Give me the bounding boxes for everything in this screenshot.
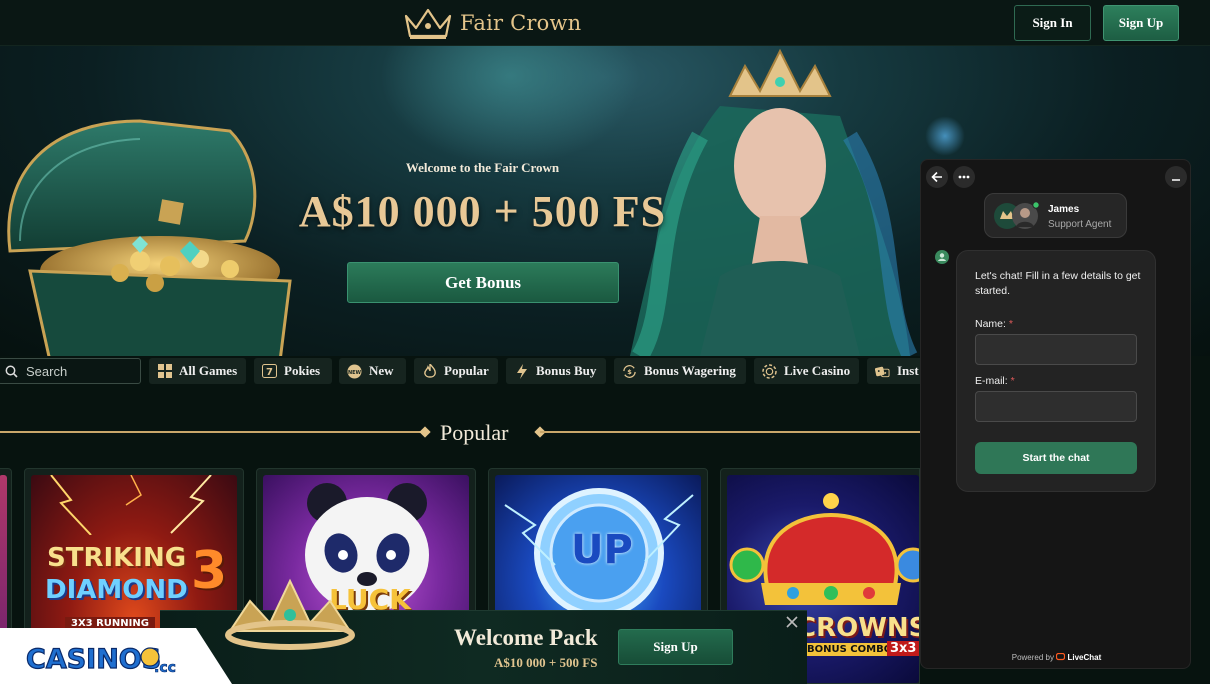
- powered-brand: LiveChat: [1067, 653, 1102, 662]
- badge-suffix: .cc: [154, 660, 176, 676]
- category-label: Pokies: [284, 363, 321, 378]
- minimize-icon: [1172, 179, 1180, 181]
- powered-prefix: Powered by: [1011, 653, 1054, 662]
- category-bonus-buy[interactable]: Bonus Buy: [506, 358, 606, 384]
- category-pokies[interactable]: 7 Pokies: [254, 358, 332, 384]
- livechat-widget: James Support Agent Let's chat! Fill in …: [920, 159, 1191, 669]
- category-bonus-wagering[interactable]: $ Bonus Wagering: [614, 358, 746, 384]
- more-dots-icon: [958, 175, 970, 179]
- game-title-line2: DIAMOND: [45, 575, 188, 605]
- category-popular[interactable]: Popular: [414, 358, 498, 384]
- close-icon[interactable]: [784, 615, 800, 631]
- arrow-left-icon: [931, 171, 942, 183]
- crown-logo-icon: [404, 8, 452, 39]
- category-label: Inst: [897, 363, 919, 378]
- category-label: Bonus Wagering: [644, 363, 736, 378]
- game-badge-secondary: 3x3: [887, 641, 919, 656]
- chat-menu-button[interactable]: [953, 166, 975, 188]
- site-header: Fair Crown Sign In Sign Up: [0, 0, 1210, 46]
- agent-card: James Support Agent: [984, 193, 1127, 238]
- svg-text:$: $: [627, 367, 632, 375]
- name-label-text: Name:: [975, 318, 1006, 330]
- search-icon: [5, 365, 18, 378]
- dice-icon: [875, 364, 890, 379]
- category-label: Popular: [444, 363, 489, 378]
- required-mark: *: [1010, 375, 1015, 387]
- sign-up-button[interactable]: Sign Up: [1103, 5, 1179, 41]
- grid-icon: [157, 364, 172, 379]
- agent-role: Support Agent: [1048, 219, 1112, 230]
- category-new[interactable]: NEW New: [339, 358, 406, 384]
- svg-text:7: 7: [266, 367, 273, 378]
- divider-diamond: [419, 426, 431, 438]
- game-title-line1: STRIKING: [47, 543, 187, 573]
- hero-sparkle-glow: [925, 116, 965, 156]
- agent-avatar: [994, 201, 1040, 229]
- hero-bonus-amount: A$10 000 + 500 FS: [298, 187, 667, 236]
- game-title: CROWNS: [797, 613, 919, 643]
- lightning-art: [50, 475, 212, 535]
- new-badge-icon: NEW: [347, 364, 362, 379]
- game-title: UP: [571, 527, 633, 573]
- email-field[interactable]: [975, 391, 1137, 422]
- popular-section-header: Popular: [0, 418, 920, 446]
- category-all-games[interactable]: All Games: [149, 358, 246, 384]
- category-live-casino[interactable]: Live Casino: [754, 358, 859, 384]
- category-label: New: [369, 363, 394, 378]
- section-title: Popular: [440, 420, 509, 445]
- chat-minimize-button[interactable]: [1165, 166, 1187, 188]
- email-label: E-mail: *: [975, 375, 1015, 387]
- livechat-logo-icon: [1056, 652, 1066, 661]
- flame-icon: [422, 363, 437, 379]
- slot-icon: 7: [262, 364, 277, 379]
- crown-promo-image: [225, 578, 355, 650]
- divider-line: [540, 431, 920, 433]
- name-field[interactable]: [975, 334, 1137, 365]
- bot-avatar-icon: [935, 250, 949, 264]
- crown-art: [729, 493, 919, 605]
- coin-cycle-icon: $: [622, 364, 637, 379]
- email-label-text: E-mail:: [975, 375, 1008, 387]
- game-badge: BONUS COMBO: [803, 643, 897, 656]
- category-bar: Search All Games 7 Pokies NEW New Popula…: [0, 358, 920, 386]
- category-label: All Games: [179, 363, 238, 378]
- welcome-pack-banner: Welcome Pack A$10 000 + 500 FS Sign Up: [160, 578, 807, 684]
- search-input[interactable]: Search: [0, 358, 141, 384]
- hero-light-glow: [380, 46, 640, 166]
- required-mark: *: [1008, 318, 1013, 330]
- sign-in-button[interactable]: Sign In: [1014, 5, 1091, 41]
- hero-kicker: Welcome to the Fair Crown: [405, 160, 560, 175]
- prechat-message: Let's chat! Fill in a few details to get…: [975, 270, 1141, 297]
- name-label: Name: *: [975, 318, 1013, 330]
- powered-by[interactable]: Powered by LiveChat: [921, 652, 1190, 662]
- category-instant[interactable]: Inst: [867, 358, 920, 384]
- divider-line: [0, 431, 425, 433]
- search-placeholder: Search: [26, 363, 68, 379]
- category-label: Bonus Buy: [536, 363, 597, 378]
- agent-name: James: [1048, 204, 1080, 215]
- promo-title: Welcome Pack: [454, 625, 598, 650]
- svg-text:NEW: NEW: [348, 370, 362, 376]
- chat-back-button[interactable]: [926, 166, 948, 188]
- get-bonus-button[interactable]: Get Bonus: [347, 262, 619, 303]
- logo-text: Fair Crown: [460, 11, 582, 35]
- promo-subtitle: A$10 000 + 500 FS: [494, 655, 598, 670]
- promo-sign-up-button[interactable]: Sign Up: [618, 629, 733, 665]
- chip-icon: [762, 363, 777, 379]
- site-logo[interactable]: Fair Crown: [402, 6, 581, 40]
- category-label: Live Casino: [784, 363, 851, 378]
- lightning-icon: [514, 363, 529, 379]
- prechat-form-card: Let's chat! Fill in a few details to get…: [956, 250, 1156, 492]
- start-chat-button[interactable]: Start the chat: [975, 442, 1137, 474]
- casinos-cc-badge: CASINOS .cc: [0, 628, 232, 684]
